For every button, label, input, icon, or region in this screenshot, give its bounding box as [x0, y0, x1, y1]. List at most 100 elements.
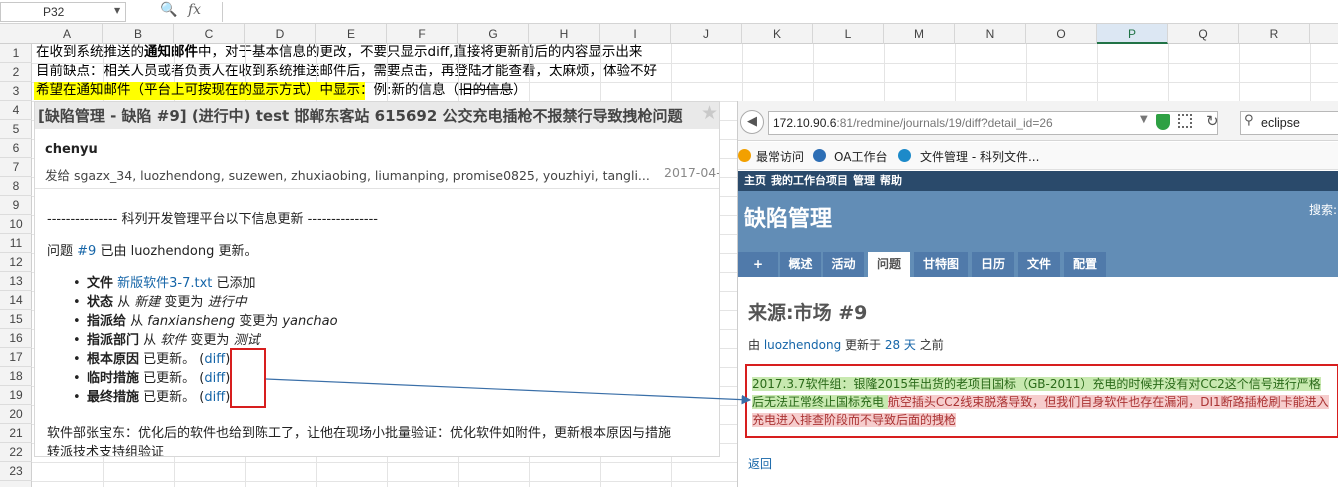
row-header-1[interactable]: 1 [0, 44, 32, 63]
column-header-a[interactable]: A [32, 24, 103, 44]
item-text: 已添加 [212, 276, 256, 291]
qr-code-icon[interactable] [1178, 114, 1192, 128]
row-header-3[interactable]: 3 [0, 82, 32, 101]
item-to: 进行中 [207, 295, 247, 310]
search-icon: ⚲ [1244, 113, 1254, 128]
column-header-r[interactable]: R [1239, 24, 1310, 44]
column-header-c[interactable]: C [174, 24, 245, 44]
cell-a1[interactable]: 在收到系统推送的通知邮件中，对于基本信息的更改，不要只显示diff,直接将更新前… [36, 43, 642, 62]
tab-gantt[interactable]: 甘特图 [914, 252, 968, 277]
row-header-10[interactable]: 10 [0, 215, 32, 234]
back-link[interactable]: 返回 [748, 455, 772, 472]
row-header-21[interactable]: 21 [0, 424, 32, 443]
attachment-link[interactable]: 新版软件3-7.txt [117, 276, 212, 291]
row-header-14[interactable]: 14 [0, 291, 32, 310]
item-from: fanxiansheng [147, 314, 236, 329]
tab-issues[interactable]: 问题 [868, 252, 910, 277]
tab-new[interactable]: + [738, 252, 778, 277]
column-header-p[interactable]: P [1097, 24, 1168, 44]
row-header-5[interactable]: 5 [0, 120, 32, 139]
platform-line: --------------- 科列开发管理平台以下信息更新 ---------… [47, 212, 378, 227]
column-header-j[interactable]: J [671, 24, 742, 44]
zoom-icon[interactable]: 🔍 [160, 2, 177, 18]
item-text: 从 [139, 333, 161, 348]
list-item: 状态 从 新建 变更为 进行中 [73, 293, 247, 312]
row-header-20[interactable]: 20 [0, 405, 32, 424]
row-header-13[interactable]: 13 [0, 272, 32, 291]
chevron-down-icon[interactable]: ▼ [1140, 114, 1148, 125]
column-header-o[interactable]: O [1026, 24, 1097, 44]
column-header-f[interactable]: F [387, 24, 458, 44]
tab-calendar[interactable]: 日历 [972, 252, 1014, 277]
diff-link[interactable]: diff [204, 390, 225, 405]
column-header-e[interactable]: E [316, 24, 387, 44]
menu-mypage[interactable]: 我的工作台 [771, 172, 826, 188]
search-input[interactable]: eclipse [1240, 111, 1338, 135]
email-date: 2017-04- [664, 165, 720, 180]
row-header-11[interactable]: 11 [0, 234, 32, 253]
url-bar[interactable]: 172.10.90.6:81/redmine/journals/19/diff?… [768, 111, 1218, 135]
page-title: 来源:市场 #9 [748, 302, 868, 324]
item-label: 文件 [87, 276, 114, 291]
diff-line: 充电进入排查阶段而不导致后面的拽枪 [752, 411, 957, 429]
bookmark-item[interactable]: OA工作台 [834, 148, 887, 165]
row-header-4[interactable]: 4 [0, 101, 32, 120]
row-header-7[interactable]: 7 [0, 158, 32, 177]
project-title: 缺陷管理 [744, 207, 833, 232]
menu-help[interactable]: 帮助 [880, 172, 902, 188]
name-box[interactable]: P32 [0, 2, 126, 22]
row-header-9[interactable]: 9 [0, 196, 32, 215]
column-header-n[interactable]: N [955, 24, 1026, 44]
email-recipients: 发给 sgazx_34, luozhendong, suzewen, zhuxi… [45, 168, 650, 183]
menu-home[interactable]: 主页 [744, 172, 766, 188]
item-label: 临时措施 [87, 371, 140, 386]
column-header-g[interactable]: G [458, 24, 529, 44]
column-header-d[interactable]: D [245, 24, 316, 44]
item-label: 根本原因 [87, 352, 140, 367]
bookmark-item[interactable]: 文件管理 - 科列文件... [920, 148, 1039, 165]
column-header-b[interactable]: B [103, 24, 174, 44]
column-header-k[interactable]: K [742, 24, 813, 44]
diff-link[interactable]: diff [204, 352, 225, 367]
column-header-h[interactable]: H [529, 24, 600, 44]
shield-icon[interactable] [1156, 114, 1170, 130]
row-header-15[interactable]: 15 [0, 310, 32, 329]
tab-files[interactable]: 文件 [1018, 252, 1060, 277]
issue-link[interactable]: #9 [77, 244, 96, 259]
row-header-23[interactable]: 23 [0, 462, 32, 481]
row-header-12[interactable]: 12 [0, 253, 32, 272]
item-from: 软件 [160, 333, 187, 348]
item-text: 变更为 [160, 295, 208, 310]
item-label: 状态 [87, 295, 114, 310]
menu-admin[interactable]: 管理 [853, 172, 875, 188]
tab-overview[interactable]: 概述 [780, 252, 821, 277]
time-link[interactable]: 28 天 [885, 338, 916, 352]
chevron-down-icon[interactable]: ▼ [114, 6, 120, 15]
back-arrow-icon[interactable]: ◀ [740, 110, 764, 134]
tab-activity[interactable]: 活动 [823, 252, 864, 277]
row-header-16[interactable]: 16 [0, 329, 32, 348]
column-header-i[interactable]: I [600, 24, 671, 44]
tab-settings[interactable]: 配置 [1064, 252, 1106, 277]
column-header-l[interactable]: L [813, 24, 884, 44]
cell-a2[interactable]: 目前缺点：相关人员或者负责人在收到系统推送邮件后，需要点击，再登陆才能查看，太麻… [36, 62, 657, 81]
reload-icon[interactable]: ↻ [1206, 112, 1219, 130]
row-header-18[interactable]: 18 [0, 367, 32, 386]
menu-projects[interactable]: 项目 [826, 172, 848, 188]
item-label: 指派给 [87, 314, 127, 329]
diff-delete: 航空插头CC2线束脱落导致，但我们自身软件也存在漏洞，DI1断路插枪刷卡能进入 [887, 395, 1329, 409]
row-header-8[interactable]: 8 [0, 177, 32, 196]
function-icon[interactable]: fx [188, 2, 201, 18]
user-link[interactable]: luozhendong [764, 338, 841, 352]
row-header-6[interactable]: 6 [0, 139, 32, 158]
column-header-m[interactable]: M [884, 24, 955, 44]
item-label: 最终措施 [87, 390, 140, 405]
row-header-2[interactable]: 2 [0, 63, 32, 82]
diff-link[interactable]: diff [204, 371, 225, 386]
bookmark-item[interactable]: 最常访问 [756, 148, 804, 165]
row-header-17[interactable]: 17 [0, 348, 32, 367]
row-header-22[interactable]: 22 [0, 443, 32, 462]
column-header-q[interactable]: Q [1168, 24, 1239, 44]
row1-text: 在收到系统推送的 [36, 44, 144, 60]
row-header-19[interactable]: 19 [0, 386, 32, 405]
